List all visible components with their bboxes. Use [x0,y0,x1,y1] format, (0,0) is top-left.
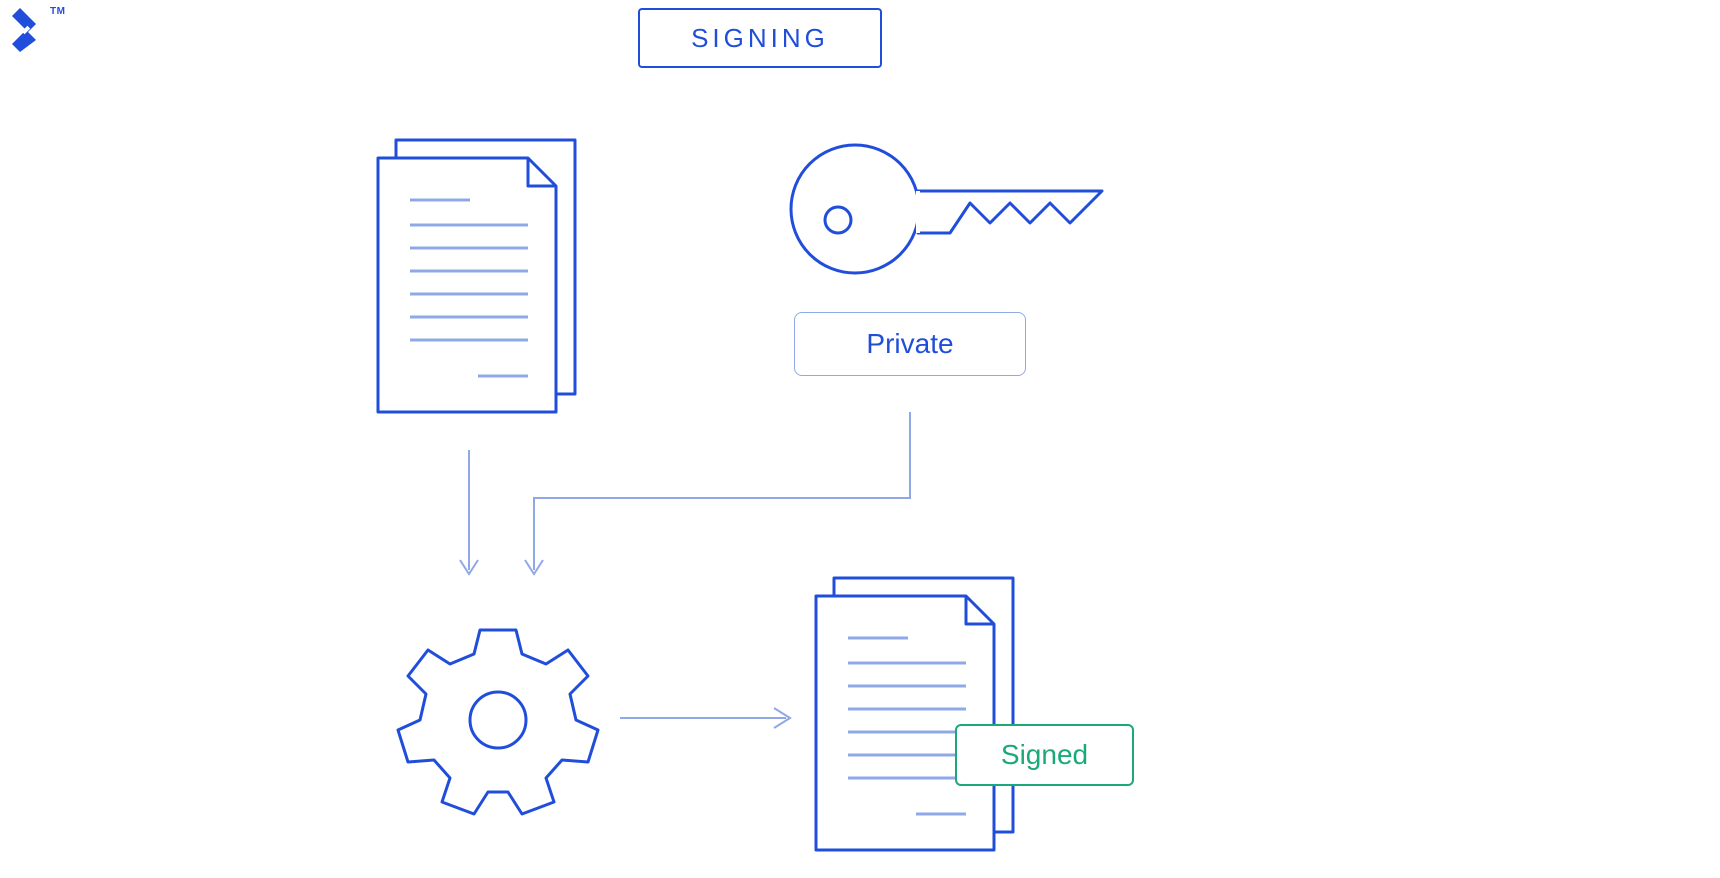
document-stack-icon [378,140,575,412]
signed-badge: Signed [955,724,1134,786]
gear-icon [398,630,598,814]
arrow-key-to-process [525,412,910,574]
key-icon [791,145,1102,273]
arrow-document-to-process [460,450,478,574]
arrow-process-to-output [620,708,790,728]
private-key-label: Private [794,312,1026,376]
signing-diagram [0,0,1720,878]
signed-badge-text: Signed [1001,739,1088,771]
document-stack-icon [816,578,1013,850]
private-key-label-text: Private [866,328,953,360]
